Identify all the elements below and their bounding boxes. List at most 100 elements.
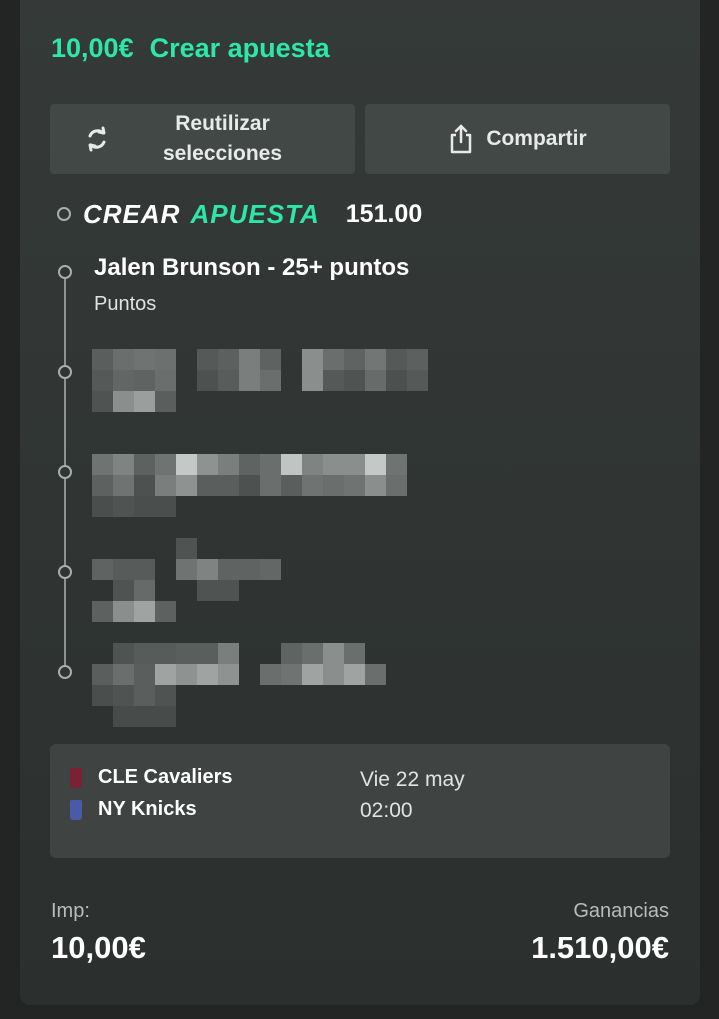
redacted-pixel <box>113 559 134 580</box>
redacted-pixel <box>155 454 176 475</box>
redacted-pixel <box>113 391 134 412</box>
redacted-pixel <box>155 349 176 370</box>
redacted-pixel <box>155 370 176 391</box>
match-info: CLE Cavaliers NY Knicks Vie 22 may 02:00 <box>50 744 670 858</box>
redacted-pixel <box>92 601 113 622</box>
redacted-pixel <box>218 370 239 391</box>
timeline-dot <box>57 207 71 221</box>
redacted-pixel <box>134 370 155 391</box>
redacted-pixel <box>197 349 218 370</box>
redacted-pixel <box>92 391 113 412</box>
redacted-pixel <box>218 475 239 496</box>
redacted-pixel <box>197 580 218 601</box>
redacted-pixel <box>386 475 407 496</box>
redacted-pixel <box>92 685 113 706</box>
redacted-pixel <box>218 454 239 475</box>
bet-builder-odds: 151.00 <box>345 199 423 228</box>
redacted-pixel <box>155 643 176 664</box>
redacted-pixel <box>92 349 113 370</box>
reuse-selections-button[interactable]: Reutilizar selecciones <box>50 104 355 174</box>
redacted-pixel <box>134 391 155 412</box>
timeline-dot <box>58 565 72 579</box>
bet-builder-row: CREAR APUESTA 151.00 <box>57 196 422 232</box>
redacted-pixel <box>92 454 113 475</box>
redacted-pixel <box>344 454 365 475</box>
redacted-pixel <box>197 664 218 685</box>
share-button[interactable]: Compartir <box>365 104 670 174</box>
refresh-icon <box>88 126 106 152</box>
redacted-pixel <box>155 685 176 706</box>
redacted-pixel <box>239 559 260 580</box>
stake-label: Imp: <box>51 900 90 922</box>
redacted-pixel <box>134 643 155 664</box>
redacted-pixel <box>134 580 155 601</box>
redacted-pixel <box>92 370 113 391</box>
home-team: CLE Cavaliers <box>70 766 233 789</box>
redacted-pixel <box>113 643 134 664</box>
redacted-pixel <box>344 370 365 391</box>
redacted-pixel <box>344 475 365 496</box>
redacted-pixel <box>134 475 155 496</box>
redacted-pixel <box>176 475 197 496</box>
redacted-pixel <box>302 475 323 496</box>
timeline-dot <box>58 265 72 279</box>
redacted-pixel <box>344 664 365 685</box>
redacted-pixel <box>302 370 323 391</box>
redacted-pixel <box>386 349 407 370</box>
redacted-pixel <box>218 664 239 685</box>
away-jersey-icon <box>70 799 82 820</box>
redacted-pixel <box>113 475 134 496</box>
header-title: Crear apuesta <box>149 33 330 63</box>
redacted-pixel <box>113 685 134 706</box>
winnings-label: Ganancias <box>573 900 669 922</box>
redacted-pixel <box>197 370 218 391</box>
redacted-pixel <box>323 370 344 391</box>
bet-builder-title: CREAR APUESTA <box>83 199 320 230</box>
redacted-pixel <box>176 559 197 580</box>
redacted-pixel <box>113 601 134 622</box>
redacted-pixel <box>176 643 197 664</box>
timeline-dot <box>58 465 72 479</box>
redacted-pixel <box>155 391 176 412</box>
redacted-pixel <box>155 664 176 685</box>
selection-title: Jalen Brunson - 25+ puntos <box>94 254 410 281</box>
redacted-pixel <box>323 664 344 685</box>
redacted-pixel <box>365 349 386 370</box>
redacted-pixel <box>176 454 197 475</box>
redacted-pixel <box>218 349 239 370</box>
redacted-pixel <box>176 538 197 559</box>
redacted-pixel <box>386 370 407 391</box>
redacted-pixel <box>113 454 134 475</box>
home-jersey-icon <box>70 767 82 788</box>
redacted-pixel <box>407 349 428 370</box>
redacted-pixel <box>197 475 218 496</box>
redacted-pixel <box>134 496 155 517</box>
bet-builder-title-part1: CREAR <box>83 198 181 229</box>
timeline-dot <box>58 365 72 379</box>
redacted-pixel <box>155 601 176 622</box>
redacted-pixel <box>344 349 365 370</box>
redacted-pixel <box>176 664 197 685</box>
redacted-pixel <box>260 349 281 370</box>
redacted-pixel <box>365 664 386 685</box>
redacted-pixel <box>323 643 344 664</box>
redacted-pixel <box>302 454 323 475</box>
redacted-pixel <box>281 643 302 664</box>
redacted-pixel <box>134 685 155 706</box>
away-team-name: NY Knicks <box>98 798 197 820</box>
betslip-header: 10,00€ Crear apuesta <box>51 33 330 64</box>
redacted-pixel <box>365 370 386 391</box>
redacted-pixel <box>407 370 428 391</box>
redacted-pixel <box>113 664 134 685</box>
redacted-pixel <box>197 643 218 664</box>
redacted-pixel <box>323 454 344 475</box>
redacted-pixel <box>302 664 323 685</box>
redacted-pixel <box>113 706 134 727</box>
redacted-pixel <box>344 643 365 664</box>
redacted-pixel <box>365 475 386 496</box>
share-label: Compartir <box>486 127 587 150</box>
redacted-pixel <box>155 475 176 496</box>
redacted-pixel <box>239 454 260 475</box>
share-icon <box>451 124 472 154</box>
redacted-pixel <box>218 580 239 601</box>
